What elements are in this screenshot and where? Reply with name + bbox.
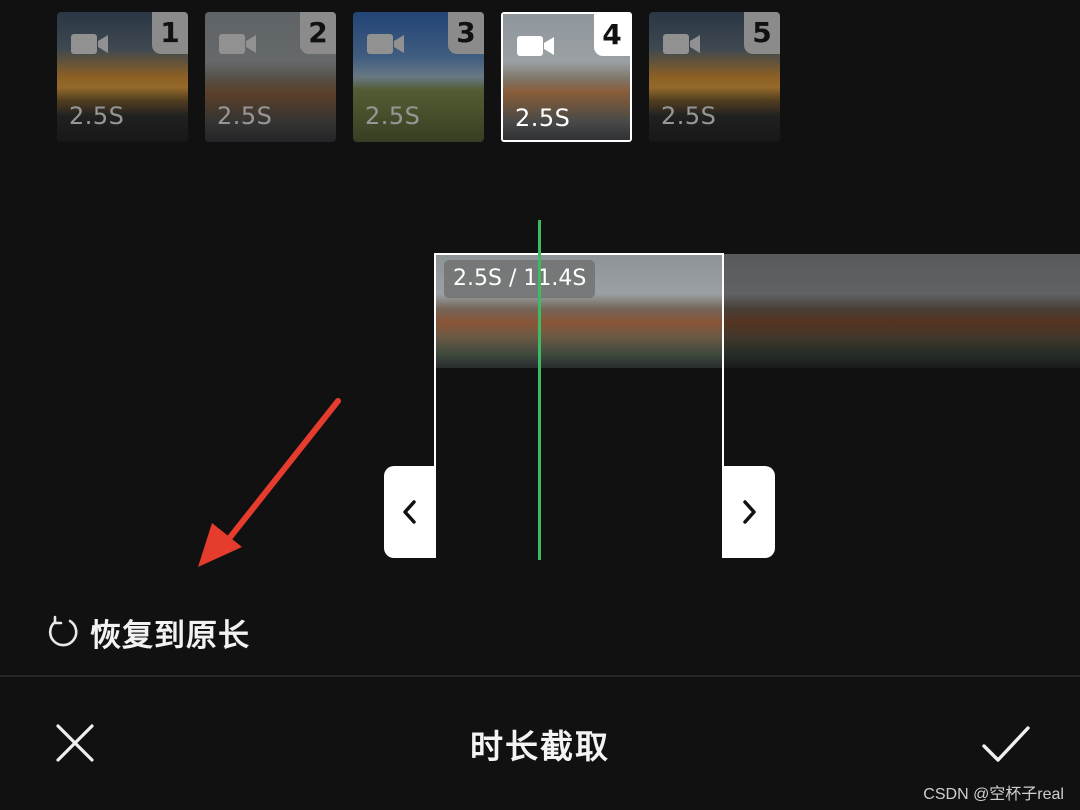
timeline-unselected-region (724, 254, 1080, 368)
video-camera-icon (517, 36, 554, 56)
clip-thumbnail-4[interactable]: 4 2.5S (501, 12, 632, 142)
clip-thumbnail-1[interactable]: 1 2.5S (57, 12, 188, 142)
clip-duration: 2.5S (661, 102, 717, 130)
clip-duration: 2.5S (217, 102, 273, 130)
clip-index-badge: 3 (448, 12, 484, 54)
divider (0, 675, 1080, 677)
clip-thumbnail-2[interactable]: 2 2.5S (205, 12, 336, 142)
clip-index-badge: 4 (594, 14, 630, 56)
clip-duration: 2.5S (365, 102, 421, 130)
video-camera-icon (71, 34, 108, 54)
restore-original-length-button[interactable]: 恢复到原长 (46, 612, 250, 654)
watermark: CSDN @空杯子real (923, 786, 1064, 803)
clip-duration: 2.5S (69, 102, 125, 130)
chevron-right-icon (743, 500, 756, 524)
video-camera-icon (663, 34, 700, 54)
video-camera-icon (219, 34, 256, 54)
trim-handle-right[interactable] (723, 466, 775, 558)
trim-handle-left[interactable] (384, 466, 436, 558)
clip-index-badge: 1 (152, 12, 188, 54)
clip-thumbnail-3[interactable]: 3 2.5S (353, 12, 484, 142)
clip-index-badge: 5 (744, 12, 780, 54)
clip-duration: 2.5S (515, 104, 571, 132)
restore-label: 恢复到原长 (90, 617, 250, 654)
playhead[interactable] (538, 220, 541, 560)
clip-index-badge: 2 (300, 12, 336, 54)
video-camera-icon (367, 34, 404, 54)
trim-selection-frame (434, 253, 724, 558)
page-title: 时长截取 (470, 727, 610, 766)
checkmark-icon[interactable] (980, 722, 1032, 766)
arrow-icon (198, 398, 341, 567)
trim-duration-label: 2.5S / 11.4S (444, 260, 596, 298)
refresh-icon (48, 615, 78, 647)
chevron-left-icon (403, 500, 416, 524)
clip-thumbnail-5[interactable]: 5 2.5S (649, 12, 780, 142)
